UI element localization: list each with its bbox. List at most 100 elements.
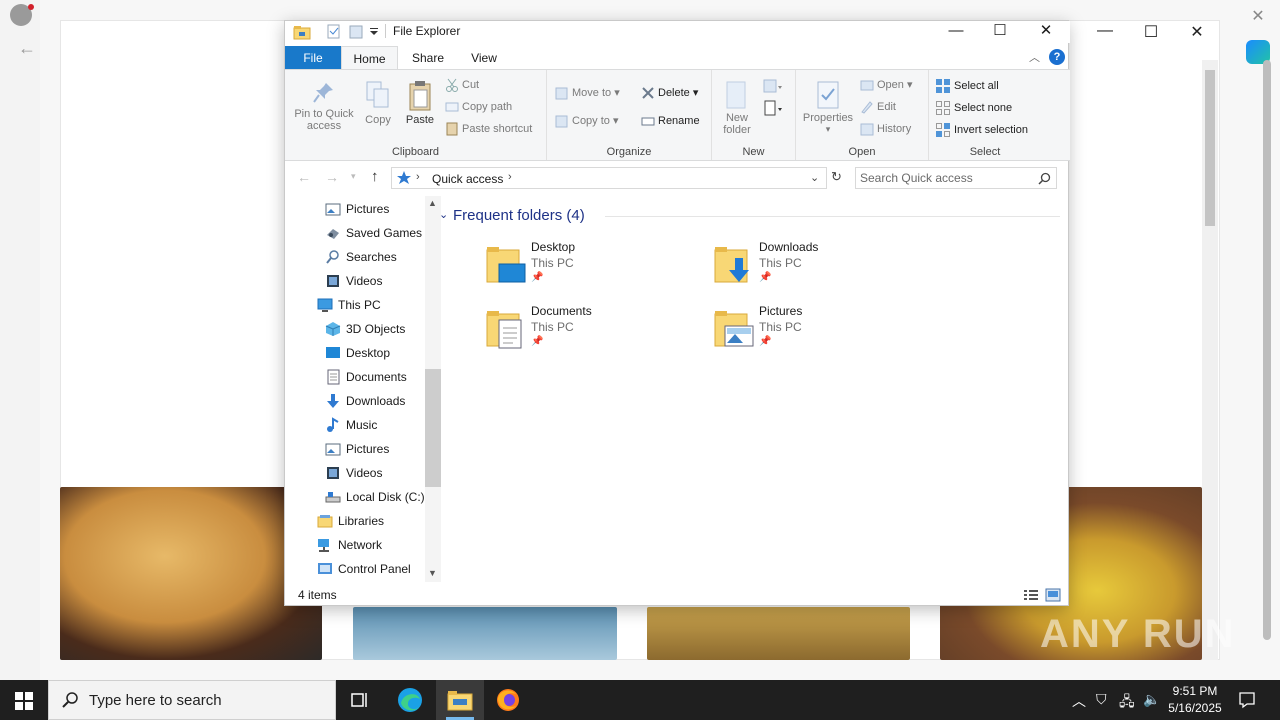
ribbon: Pin to Quick access Copy Paste Cut Copy … xyxy=(285,69,1070,161)
rename-button[interactable]: Rename xyxy=(641,114,700,128)
search-input[interactable] xyxy=(860,170,1030,186)
breadcrumb-chevron-icon[interactable]: › xyxy=(416,171,420,183)
nav-label: Libraries xyxy=(338,514,385,528)
folder-icon xyxy=(293,26,311,40)
taskbar-search-placeholder[interactable]: Type here to search xyxy=(89,692,222,709)
tab-share[interactable]: Share xyxy=(403,46,453,70)
network-icon[interactable]: 🖧 xyxy=(1119,691,1135,715)
new-item-icon[interactable] xyxy=(762,78,784,96)
new-folder-button[interactable]: New folder xyxy=(716,80,758,136)
organize-group: Move to ▾ Copy to ▾ Delete ▾ Rename Orga… xyxy=(547,70,712,160)
search-box[interactable] xyxy=(855,167,1057,189)
properties-button[interactable]: Properties ▾ xyxy=(800,80,856,135)
pin-to-quick-access-button[interactable]: Pin to Quick access xyxy=(289,80,359,132)
videos-icon xyxy=(327,275,339,287)
move-to-button[interactable]: Move to ▾ xyxy=(555,86,620,100)
back-arrow-icon[interactable]: ← xyxy=(18,38,36,59)
scrollbar-thumb[interactable] xyxy=(1205,70,1215,226)
scroll-down-icon[interactable]: ▼ xyxy=(428,568,437,578)
new-folder-qat-icon[interactable] xyxy=(349,24,363,40)
customize-qat-icon[interactable] xyxy=(369,24,379,40)
breadcrumb-chevron-icon[interactable]: › xyxy=(508,171,512,183)
select-none-button[interactable]: Select none xyxy=(935,100,1012,116)
tab-home[interactable]: Home xyxy=(341,46,398,70)
browser-scrollbar[interactable] xyxy=(1260,60,1274,670)
copy-button[interactable]: Copy xyxy=(361,80,395,126)
notifications-icon[interactable] xyxy=(1238,691,1256,709)
recipe-image-chicken[interactable] xyxy=(647,607,910,660)
saved-games-icon xyxy=(327,229,339,239)
taskbar-search-box[interactable]: Type here to search xyxy=(48,680,336,720)
history-button[interactable]: History xyxy=(860,122,911,136)
address-dropdown-icon[interactable]: ⌄ xyxy=(810,171,819,184)
scrollbar-thumb[interactable] xyxy=(425,369,441,487)
copy-to-label: Copy to xyxy=(572,115,610,127)
title-bar[interactable]: File Explorer — ☐ ✕ xyxy=(285,21,1070,43)
page-scrollbar[interactable] xyxy=(1202,60,1218,660)
tab-view[interactable]: View xyxy=(459,46,509,70)
defender-icon[interactable]: ⛉ xyxy=(1096,691,1107,708)
minimize-button[interactable]: — xyxy=(933,21,979,43)
address-bar[interactable]: › Quick access › ⌄ xyxy=(391,167,827,189)
details-view-icon[interactable] xyxy=(1023,588,1039,602)
folder-location: This PC xyxy=(531,256,574,270)
taskbar-firefox[interactable] xyxy=(484,680,532,720)
browser-maximize-button[interactable]: ☐ xyxy=(1128,22,1174,42)
cut-button[interactable]: Cut xyxy=(445,78,479,92)
up-icon[interactable]: ↑ xyxy=(371,168,379,185)
open-button[interactable]: Open ▾ xyxy=(860,78,913,92)
recent-locations-icon[interactable]: ▾ xyxy=(351,171,356,182)
tab-file[interactable]: File xyxy=(285,46,341,70)
divider xyxy=(605,216,1060,217)
easy-access-icon[interactable] xyxy=(762,100,784,118)
volume-icon[interactable]: 🔈 xyxy=(1143,691,1160,708)
refresh-icon[interactable]: ↻ xyxy=(831,169,842,185)
nav-label: Saved Games xyxy=(346,226,423,240)
address-path[interactable]: Quick access xyxy=(432,172,503,186)
back-icon[interactable]: ← xyxy=(297,169,311,185)
close-button[interactable]: ✕ xyxy=(1023,21,1069,43)
recipe-image-soup-bowl[interactable] xyxy=(353,607,617,660)
frequent-folders-header[interactable]: Frequent folders (4) xyxy=(453,207,585,224)
paste-button[interactable]: Paste xyxy=(401,80,439,126)
scroll-up-icon[interactable]: ▲ xyxy=(428,198,437,208)
nav-label: Network xyxy=(338,538,383,552)
delete-button[interactable]: Delete ▾ xyxy=(641,86,698,100)
task-view-button[interactable] xyxy=(336,680,384,720)
folder-tile-pictures[interactable]: Pictures This PC 📌 xyxy=(713,304,913,360)
forward-icon[interactable]: → xyxy=(325,169,339,185)
properties-qat-icon[interactable] xyxy=(327,24,341,40)
paste-shortcut-button[interactable]: Paste shortcut xyxy=(445,122,532,136)
recipe-image-pie[interactable] xyxy=(60,487,322,660)
show-hidden-icons-icon[interactable]: ︿ xyxy=(1072,691,1086,711)
scrollbar-thumb[interactable] xyxy=(1263,60,1271,640)
edit-button[interactable]: Edit xyxy=(860,100,896,114)
invert-selection-button[interactable]: Invert selection xyxy=(935,122,1028,138)
paste-icon xyxy=(409,81,431,111)
browser-minimize-button[interactable]: — xyxy=(1082,22,1128,40)
chevron-down-icon[interactable]: ⌄ xyxy=(439,208,448,221)
large-icons-view-icon[interactable] xyxy=(1045,588,1061,602)
taskbar-file-explorer[interactable] xyxy=(436,680,484,720)
copy-path-label: Copy path xyxy=(462,100,513,113)
folder-tile-desktop[interactable]: Desktop This PC 📌 xyxy=(485,240,685,296)
clock-date: 5/16/2025 xyxy=(1168,701,1222,715)
clock[interactable]: 9:51 PM 5/16/2025 xyxy=(1164,683,1226,717)
copy-path-button[interactable]: Copy path xyxy=(445,100,512,114)
folder-tile-downloads[interactable]: Downloads This PC 📌 xyxy=(713,240,913,296)
maximize-button[interactable]: ☐ xyxy=(977,21,1023,43)
folder-tile-documents[interactable]: Documents This PC 📌 xyxy=(485,304,685,360)
notification-dot xyxy=(28,4,34,10)
taskbar-edge[interactable] xyxy=(386,680,434,720)
sidebar-close-icon[interactable]: ✕ xyxy=(1246,6,1270,26)
help-icon[interactable]: ? xyxy=(1049,49,1065,65)
nav-scrollbar[interactable]: ▲ ▼ xyxy=(425,196,441,582)
select-all-button[interactable]: Select all xyxy=(935,78,999,94)
clipboard-group-label: Clipboard xyxy=(391,146,440,158)
browser-close-button[interactable]: ✕ xyxy=(1174,22,1220,42)
search-icon[interactable] xyxy=(1038,172,1051,185)
start-button[interactable] xyxy=(0,680,48,720)
new-group-label: New xyxy=(742,146,765,158)
collapse-ribbon-icon[interactable]: ︿ xyxy=(1029,49,1040,65)
copy-to-button[interactable]: Copy to ▾ xyxy=(555,114,619,128)
